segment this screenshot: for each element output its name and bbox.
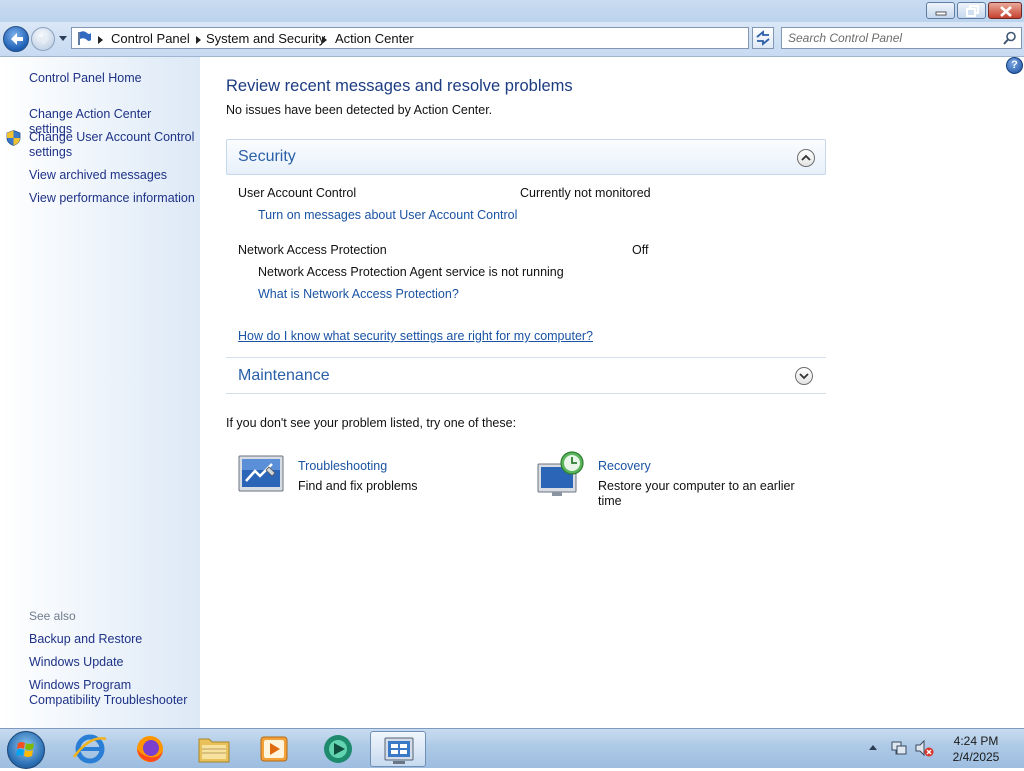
main-content: Review recent messages and resolve probl… [200,57,1024,728]
firefox-icon [137,736,163,762]
collapse-security-button[interactable] [797,149,815,167]
minimize-icon [935,11,947,16]
breadcrumb-system-and-security[interactable]: System and Security [206,31,325,46]
troubleshooting-link[interactable]: Troubleshooting [298,459,387,473]
breadcrumb-control-panel[interactable]: Control Panel [111,31,190,46]
windows-logo-icon [16,742,34,757]
taskbar: 4:24 PM 2/4/2025 [0,728,1024,769]
security-section-header[interactable]: Security [226,139,826,175]
nap-item-status: Off [632,243,649,257]
folder-icon [198,738,230,763]
network-icon[interactable] [890,739,908,757]
taskbar-browser-app[interactable] [310,731,366,767]
breadcrumb-separator-icon[interactable] [98,36,103,44]
taskbar-action-center-window[interactable] [370,731,426,767]
nap-item-name: Network Access Protection [238,243,387,257]
taskbar-firefox[interactable] [122,731,178,767]
forward-button[interactable] [31,27,55,51]
section-divider [226,393,826,394]
search-input[interactable] [788,30,993,46]
change-uac-settings-link[interactable]: Change User Account Control settings [29,130,197,160]
search-box[interactable] [781,27,1022,49]
breadcrumb-separator-icon[interactable] [322,36,327,44]
close-button[interactable] [988,2,1022,19]
maintenance-section-header[interactable]: Maintenance [226,358,826,393]
help-button[interactable]: ? [1006,57,1023,74]
recovery-link[interactable]: Recovery [598,459,651,473]
security-heading: Security [238,148,296,165]
media-player-icon [260,736,288,762]
control-panel-flag-icon [78,31,91,45]
taskbar-media-player[interactable] [246,731,302,767]
action-center-window-icon [384,737,414,764]
help-icon: ? [1011,59,1018,71]
system-clock[interactable]: 4:24 PM 2/4/2025 [936,733,1016,765]
chevron-down-icon [799,373,809,380]
address-bar[interactable]: Control Panel System and Security Action… [71,27,815,49]
uac-shield-icon [6,130,21,146]
back-button[interactable] [3,26,29,52]
expand-maintenance-button[interactable] [795,367,813,385]
browser-app-icon [324,735,352,763]
search-icon[interactable] [1003,31,1017,45]
forward-arrow-icon [37,33,49,45]
troubleshooting-description: Find and fix problems [298,479,418,493]
refresh-button[interactable] [752,27,774,49]
recovery-icon[interactable] [536,450,588,498]
restore-icon [966,5,979,17]
chevron-up-icon [801,154,811,161]
what-is-nap-link[interactable]: What is Network Access Protection? [258,287,459,301]
window-title-bar [0,0,1024,22]
nap-item-detail: Network Access Protection Agent service … [258,265,564,279]
control-panel-home-link[interactable]: Control Panel Home [29,71,197,86]
recent-pages-dropdown-icon[interactable] [58,36,68,42]
backup-and-restore-link[interactable]: Backup and Restore [29,632,197,647]
view-archived-messages-link[interactable]: View archived messages [29,168,197,183]
suggestions-intro: If you don't see your problem listed, tr… [226,416,517,430]
clock-time: 4:24 PM [953,734,999,748]
page-title: Review recent messages and resolve probl… [226,77,573,95]
back-arrow-icon [11,33,23,45]
breadcrumb-action-center[interactable]: Action Center [335,31,414,46]
taskbar-internet-explorer[interactable] [62,731,118,767]
refresh-icon [756,30,770,46]
start-button[interactable] [7,731,45,769]
security-settings-help-link[interactable]: How do I know what security settings are… [238,329,593,343]
status-message: No issues have been detected by Action C… [226,103,493,117]
maintenance-heading: Maintenance [238,367,330,384]
restore-button[interactable] [957,2,986,19]
turn-on-uac-messages-link[interactable]: Turn on messages about User Account Cont… [258,208,517,222]
internet-explorer-icon [72,734,107,764]
clock-date: 2/4/2025 [952,750,1000,764]
breadcrumb-separator-icon[interactable] [196,36,201,44]
uac-item-status: Currently not monitored [520,186,651,200]
navigation-bar: Control Panel System and Security Action… [0,22,1024,57]
windows-update-link[interactable]: Windows Update [29,655,197,670]
close-icon [1000,6,1012,17]
show-hidden-icons-icon[interactable] [868,743,878,751]
uac-item-name: User Account Control [238,186,357,200]
compatibility-troubleshooter-link[interactable]: Windows Program Compatibility Troublesho… [29,678,189,708]
see-also-heading: See also [29,609,76,623]
left-navigation-pane: Control Panel Home Change Action Center … [0,57,200,728]
view-performance-information-link[interactable]: View performance information [29,191,197,206]
minimize-button[interactable] [926,2,955,19]
taskbar-file-explorer[interactable] [186,731,242,767]
recovery-description: Restore your computer to an earlier time [598,479,795,508]
volume-muted-icon[interactable] [914,739,934,757]
troubleshooting-icon[interactable] [238,454,284,494]
